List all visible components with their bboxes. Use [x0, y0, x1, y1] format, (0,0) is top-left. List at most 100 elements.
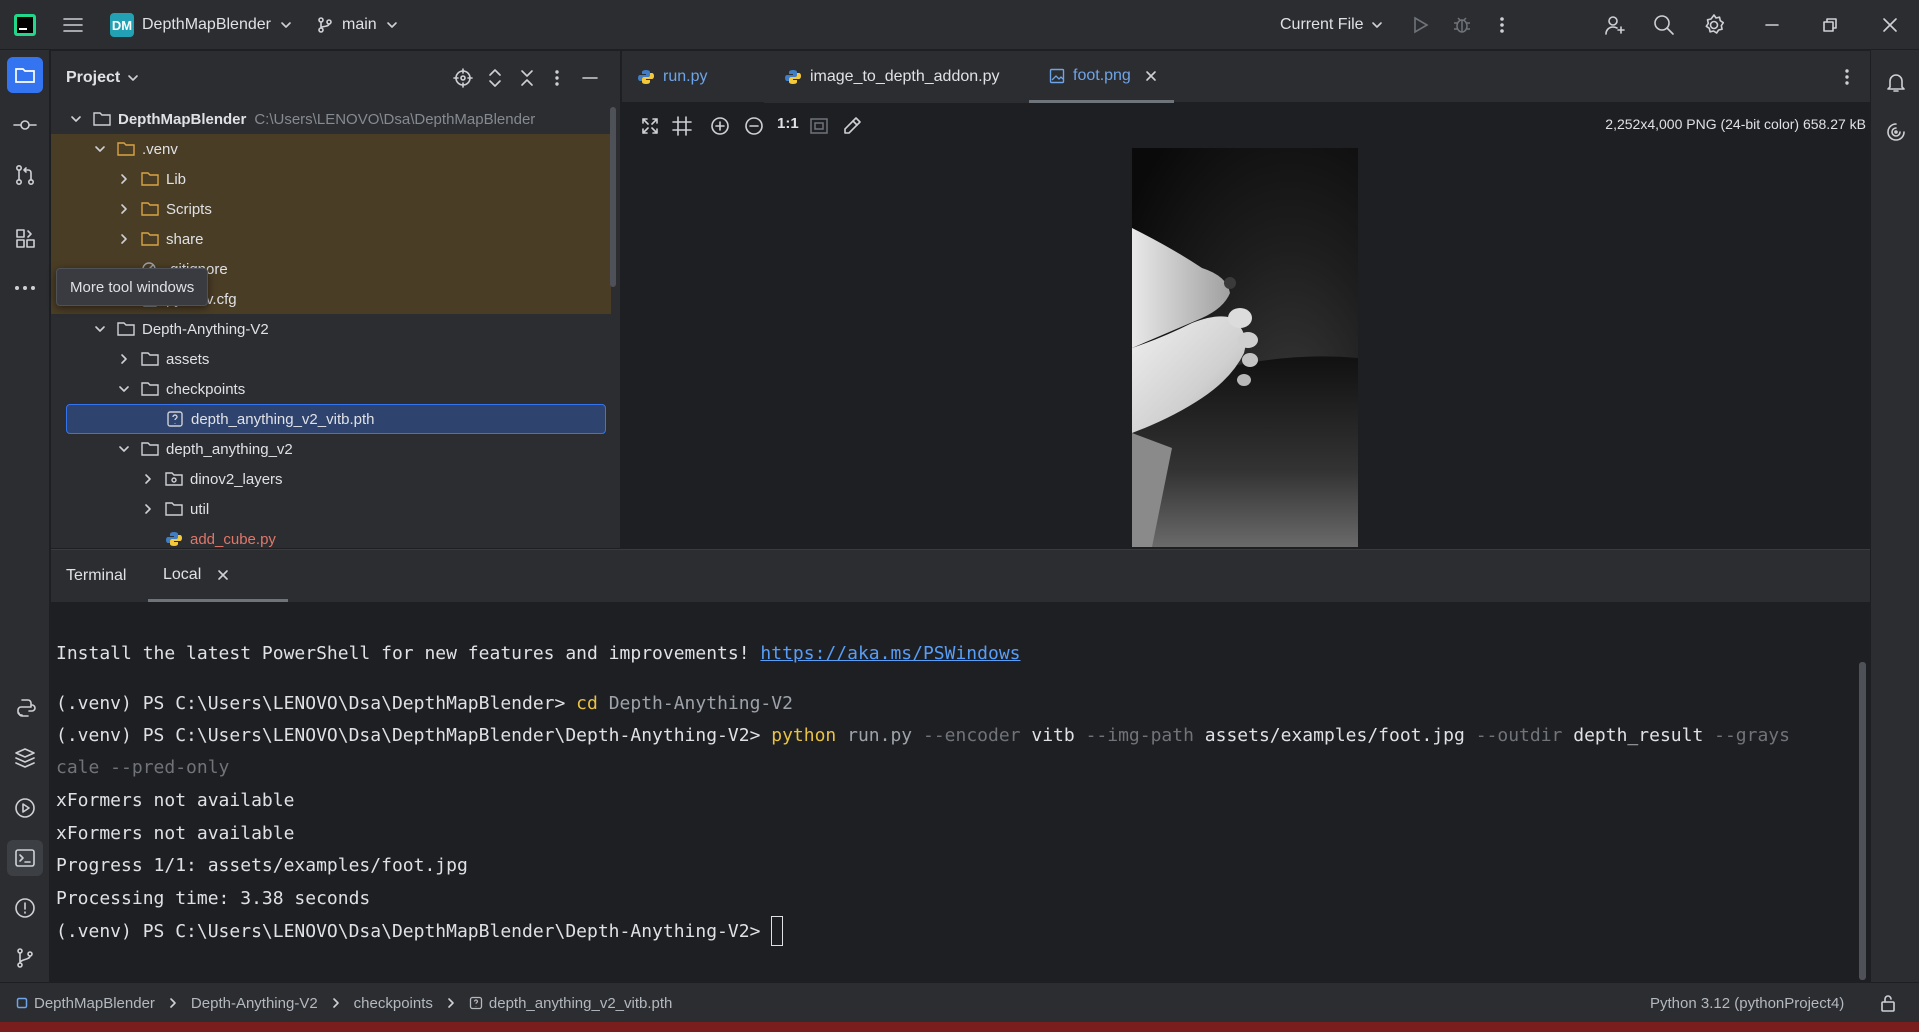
python-packages-tool-button[interactable]: [7, 740, 43, 776]
right-tool-stripe: [1870, 50, 1919, 982]
python-file-icon: [785, 70, 801, 84]
search-icon[interactable]: [1652, 0, 1676, 50]
image-preview[interactable]: [1132, 148, 1358, 547]
locate-file-icon[interactable]: [453, 68, 473, 88]
chevron-down-icon: [281, 22, 291, 28]
tree-label: dinov2_layers: [190, 470, 283, 488]
services-tool-button[interactable]: [7, 790, 43, 826]
git-tool-button[interactable]: [7, 940, 43, 976]
chevron-right-icon: [170, 998, 176, 1008]
zoom-out-icon[interactable]: [744, 116, 764, 136]
terminal-cursor: [771, 916, 784, 946]
terminal-tab-local[interactable]: Local: [148, 550, 288, 602]
debug-button[interactable]: [1452, 0, 1472, 50]
code-with-me-icon[interactable]: [1603, 0, 1627, 50]
chevron-down-icon: [119, 386, 129, 392]
project-switcher[interactable]: DM DepthMapBlender: [110, 0, 293, 50]
expand-all-icon[interactable]: [487, 68, 503, 88]
commit-tool-button[interactable]: [7, 107, 43, 143]
more-actions-icon[interactable]: [1496, 0, 1508, 50]
color-picker-icon[interactable]: [842, 116, 862, 136]
chevron-down-icon: [1371, 22, 1382, 28]
terminal-line: xFormers not available: [56, 789, 295, 811]
breadcrumb-item[interactable]: checkpoints: [354, 995, 433, 1012]
close-tab-icon[interactable]: [217, 569, 229, 581]
hide-panel-icon[interactable]: [581, 68, 599, 88]
tab-image-to-depth-addon-py[interactable]: image_to_depth_addon.py: [764, 51, 1029, 103]
python-interpreter-selector[interactable]: Python 3.12 (pythonProject4): [1650, 983, 1844, 1023]
pull-requests-tool-button[interactable]: [7, 157, 43, 193]
close-window-icon[interactable]: [1880, 0, 1900, 50]
tree-label: add_cube.py: [190, 530, 276, 548]
chevron-right-icon: [121, 354, 127, 364]
tree-item-lib[interactable]: Lib: [51, 164, 611, 194]
tree-item-dinov2-layers[interactable]: dinov2_layers: [51, 464, 611, 494]
tree-item-share[interactable]: share: [51, 224, 611, 254]
options-icon[interactable]: [553, 68, 561, 88]
fit-to-window-icon[interactable]: [640, 116, 660, 136]
ai-assistant-icon[interactable]: [1878, 114, 1914, 150]
chessboard-icon[interactable]: [809, 116, 829, 136]
terminal-header: Terminal Local: [51, 550, 1870, 602]
more-tool-windows-button[interactable]: [7, 270, 43, 306]
breadcrumb-item[interactable]: Depth-Anything-V2: [191, 995, 318, 1012]
tree-item-depth-anything-v2-pkg[interactable]: depth_anything_v2: [51, 434, 611, 464]
python-file-icon: [638, 70, 654, 84]
excluded-folder-icon: [141, 172, 159, 186]
app-logo-icon[interactable]: [12, 0, 38, 50]
terminal-scrollbar[interactable]: [1859, 662, 1866, 980]
settings-gear-icon[interactable]: [1702, 0, 1726, 50]
run-button[interactable]: [1410, 0, 1430, 50]
structure-tool-button[interactable]: [7, 220, 43, 256]
minimize-window-icon[interactable]: [1762, 0, 1782, 50]
tab-foot-png[interactable]: foot.png: [1029, 51, 1174, 103]
problems-tool-button[interactable]: [7, 890, 43, 926]
grid-icon[interactable]: [672, 116, 692, 136]
terminal-argument: Depth-Anything-V2: [597, 692, 793, 714]
terminal-prompt: (.venv) PS C:\Users\LENOVO\Dsa\DepthMapB…: [56, 692, 577, 714]
collapse-all-icon[interactable]: [519, 68, 535, 88]
tree-item-vitb-checkpoint[interactable]: depth_anything_v2_vitb.pth: [66, 404, 606, 434]
tab-run-py[interactable]: run.py: [637, 51, 707, 103]
tree-item-venv[interactable]: .venv: [51, 134, 611, 164]
tree-item-depth-anything-v2[interactable]: Depth-Anything-V2: [51, 314, 611, 344]
restore-window-icon[interactable]: [1820, 0, 1840, 50]
tab-label: image_to_depth_addon.py: [810, 68, 1000, 85]
actual-size-button[interactable]: 1:1: [777, 115, 799, 132]
terminal-argument: depth_result: [1562, 724, 1715, 746]
tree-item-util[interactable]: util: [51, 494, 611, 524]
tree-item-checkpoints[interactable]: checkpoints: [51, 374, 611, 404]
chevron-down-icon: [128, 75, 139, 81]
image-info: 2,252x4,000 PNG (24-bit color) 658.27 kB: [1605, 116, 1866, 132]
project-view-selector[interactable]: Project: [66, 51, 140, 105]
tree-path-hint: C:\Users\LENOVO\Dsa\DepthMapBlender: [254, 110, 536, 128]
main-menu-button[interactable]: [62, 0, 84, 50]
chevron-right-icon: [121, 204, 127, 214]
read-only-lock-icon[interactable]: [1880, 983, 1896, 1023]
tree-label: Depth-Anything-V2: [142, 320, 269, 338]
python-console-tool-button[interactable]: [7, 690, 43, 726]
branch-icon: [318, 17, 332, 33]
tree-item-assets[interactable]: assets: [51, 344, 611, 374]
zoom-in-icon[interactable]: [710, 116, 730, 136]
tree-item-root[interactable]: DepthMapBlender C:\Users\LENOVO\Dsa\Dept…: [51, 104, 611, 134]
terminal-tool-button[interactable]: [7, 840, 43, 876]
project-scrollbar[interactable]: [610, 107, 616, 287]
powershell-link[interactable]: https://aka.ms/PSWindows: [760, 643, 1020, 664]
folder-icon: [141, 382, 159, 396]
interpreter-label: Python 3.12 (pythonProject4): [1650, 994, 1845, 1012]
editor-tabs-menu-icon[interactable]: [1843, 67, 1851, 87]
status-bar: DepthMapBlender Depth-Anything-V2 checkp…: [0, 982, 1919, 1022]
tree-item-add-cube-py[interactable]: add_cube.py: [51, 524, 611, 548]
run-config-selector[interactable]: Current File: [1280, 0, 1384, 50]
tree-item-scripts[interactable]: Scripts: [51, 194, 611, 224]
close-tab-icon[interactable]: [1145, 70, 1157, 82]
project-tool-button[interactable]: [7, 57, 43, 93]
chevron-down-icon: [95, 146, 105, 152]
breadcrumb-item[interactable]: DepthMapBlender: [34, 995, 155, 1012]
breadcrumb-item[interactable]: depth_anything_v2_vitb.pth: [489, 995, 672, 1012]
vcs-branch-switcher[interactable]: main: [316, 0, 399, 50]
branch-name: main: [342, 16, 377, 33]
notifications-bell-icon[interactable]: [1878, 64, 1914, 100]
terminal-line: xFormers not available: [56, 822, 295, 844]
